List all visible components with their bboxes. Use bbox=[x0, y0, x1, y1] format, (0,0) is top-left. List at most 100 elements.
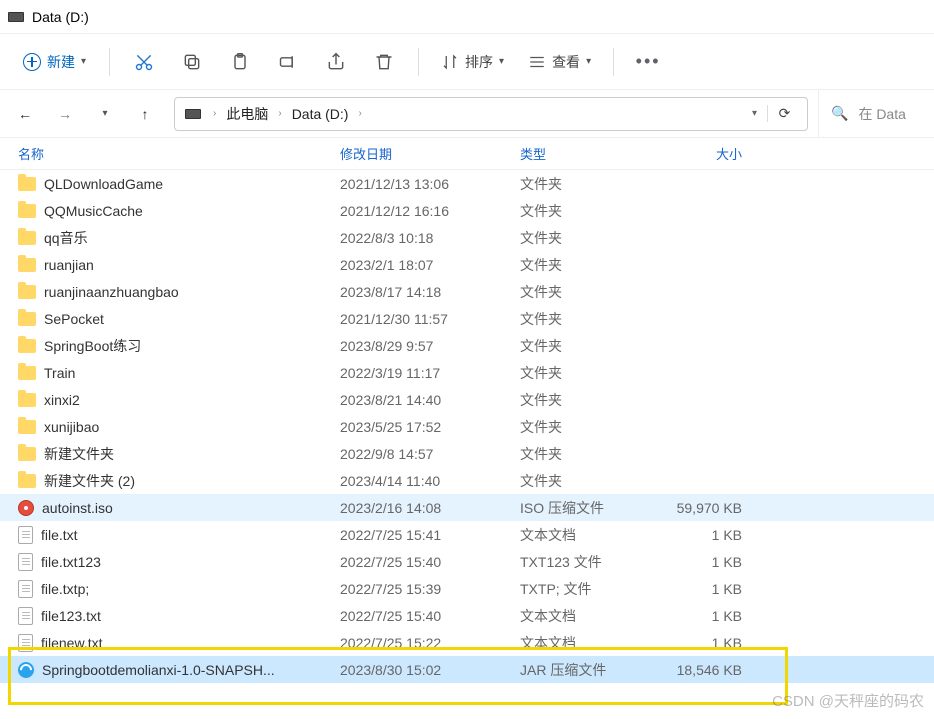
file-row[interactable]: ruanjian2023/2/1 18:07文件夹 bbox=[0, 251, 934, 278]
address-dropdown[interactable]: ▾ bbox=[746, 108, 763, 119]
file-date: 2021/12/30 11:57 bbox=[340, 311, 520, 327]
file-name: qq音乐 bbox=[44, 228, 88, 248]
folder-icon bbox=[18, 312, 36, 326]
window-title: Data (D:) bbox=[32, 9, 89, 25]
file-type: 文件夹 bbox=[520, 336, 660, 356]
file-row[interactable]: QQMusicCache2021/12/12 16:16文件夹 bbox=[0, 197, 934, 224]
file-date: 2023/5/25 17:52 bbox=[340, 419, 520, 435]
file-icon bbox=[18, 580, 33, 598]
file-icon bbox=[18, 526, 33, 544]
forward-button[interactable]: → bbox=[46, 95, 84, 133]
refresh-button[interactable]: ⟳ bbox=[767, 105, 801, 122]
file-type: 文件夹 bbox=[520, 228, 660, 248]
file-row[interactable]: 新建文件夹 (2)2023/4/14 11:40文件夹 bbox=[0, 467, 934, 494]
file-date: 2023/8/30 15:02 bbox=[340, 662, 520, 678]
file-name: QQMusicCache bbox=[44, 203, 143, 219]
file-date: 2022/7/25 15:22 bbox=[340, 635, 520, 651]
jar-icon bbox=[18, 662, 34, 678]
copy-button[interactable] bbox=[170, 42, 214, 82]
file-name: 新建文件夹 (2) bbox=[44, 471, 135, 491]
file-type: 文件夹 bbox=[520, 417, 660, 437]
file-date: 2022/7/25 15:40 bbox=[340, 608, 520, 624]
file-row[interactable]: qq音乐2022/8/3 10:18文件夹 bbox=[0, 224, 934, 251]
sort-button[interactable]: 排序 ▾ bbox=[431, 46, 514, 78]
file-row[interactable]: QLDownloadGame2021/12/13 13:06文件夹 bbox=[0, 170, 934, 197]
file-size: 1 KB bbox=[660, 554, 760, 570]
breadcrumb-root[interactable]: 此电脑 bbox=[220, 100, 274, 128]
file-name: xinxi2 bbox=[44, 392, 80, 408]
file-size: 18,546 KB bbox=[660, 662, 760, 678]
folder-icon bbox=[18, 447, 36, 461]
back-button[interactable]: ← bbox=[6, 95, 44, 133]
file-size: 1 KB bbox=[660, 581, 760, 597]
file-type: TXTP; 文件 bbox=[520, 579, 660, 599]
file-type: 文件夹 bbox=[520, 309, 660, 329]
column-header-name[interactable]: 名称 bbox=[0, 144, 340, 163]
file-name: file.txtp; bbox=[41, 581, 89, 597]
file-type: 文本文档 bbox=[520, 633, 660, 653]
separator bbox=[613, 48, 614, 76]
search-box[interactable]: 🔍 在 Data bbox=[818, 90, 928, 138]
toolbar: 新建 ▾ 排序 ▾ 查看 ▾ ••• bbox=[0, 34, 934, 90]
file-name: Train bbox=[44, 365, 75, 381]
file-date: 2021/12/12 16:16 bbox=[340, 203, 520, 219]
file-row[interactable]: Springbootdemolianxi-1.0-SNAPSH... 2023/8… bbox=[0, 656, 934, 683]
file-row[interactable]: SePocket2021/12/30 11:57文件夹 bbox=[0, 305, 934, 332]
folder-icon bbox=[18, 366, 36, 380]
up-button[interactable]: ↑ bbox=[126, 95, 164, 133]
file-type: ISO 压缩文件 bbox=[520, 498, 660, 518]
folder-icon bbox=[18, 177, 36, 191]
breadcrumb-current[interactable]: Data (D:) bbox=[286, 102, 355, 126]
more-button[interactable]: ••• bbox=[626, 42, 670, 82]
file-listing[interactable]: QLDownloadGame2021/12/13 13:06文件夹 QQMusic… bbox=[0, 170, 934, 719]
file-date: 2023/8/29 9:57 bbox=[340, 338, 520, 354]
column-header-size[interactable]: 大小 bbox=[660, 144, 760, 163]
file-row[interactable]: ruanjinaanzhuangbao2023/8/17 14:18文件夹 bbox=[0, 278, 934, 305]
more-icon: ••• bbox=[636, 51, 661, 72]
title-bar: Data (D:) bbox=[0, 0, 934, 34]
share-button[interactable] bbox=[314, 42, 358, 82]
file-date: 2023/2/16 14:08 bbox=[340, 500, 520, 516]
view-button[interactable]: 查看 ▾ bbox=[518, 46, 601, 78]
file-row[interactable]: SpringBoot练习2023/8/29 9:57文件夹 bbox=[0, 332, 934, 359]
file-row[interactable]: autoinst.iso2023/2/16 14:08ISO 压缩文件59,97… bbox=[0, 494, 934, 521]
file-date: 2022/7/25 15:39 bbox=[340, 581, 520, 597]
file-name: file.txt123 bbox=[41, 554, 101, 570]
address-bar[interactable]: › 此电脑 › Data (D:) › ▾ ⟳ bbox=[174, 97, 808, 131]
drive-icon bbox=[8, 12, 24, 22]
separator bbox=[418, 48, 419, 76]
column-header-type[interactable]: 类型 bbox=[520, 144, 660, 163]
chevron-right-icon: › bbox=[358, 108, 361, 119]
file-icon bbox=[18, 634, 33, 652]
file-name: ruanjinaanzhuangbao bbox=[44, 284, 179, 300]
file-row[interactable]: file.txt1232022/7/25 15:40TXT123 文件1 KB bbox=[0, 548, 934, 575]
file-icon bbox=[18, 607, 33, 625]
file-type: 文本文档 bbox=[520, 525, 660, 545]
file-row[interactable]: file.txtp; 2022/7/25 15:39TXTP; 文件1 KB bbox=[0, 575, 934, 602]
file-row[interactable]: file123.txt2022/7/25 15:40文本文档1 KB bbox=[0, 602, 934, 629]
folder-icon bbox=[18, 258, 36, 272]
file-row[interactable]: file.txt2022/7/25 15:41文本文档1 KB bbox=[0, 521, 934, 548]
delete-button[interactable] bbox=[362, 42, 406, 82]
plus-circle-icon bbox=[23, 53, 41, 71]
file-type: 文件夹 bbox=[520, 444, 660, 464]
file-type: 文件夹 bbox=[520, 363, 660, 383]
file-row[interactable]: xinxi22023/8/21 14:40文件夹 bbox=[0, 386, 934, 413]
new-button-label: 新建 bbox=[47, 52, 75, 72]
rename-button[interactable] bbox=[266, 42, 310, 82]
file-row[interactable]: filenew.txt2022/7/25 15:22文本文档1 KB bbox=[0, 629, 934, 656]
nav-bar: ← → ▾ ↑ › 此电脑 › Data (D:) › ▾ ⟳ 🔍 在 Data bbox=[0, 90, 934, 138]
new-button[interactable]: 新建 ▾ bbox=[12, 45, 97, 79]
file-name: file.txt bbox=[41, 527, 78, 543]
paste-button[interactable] bbox=[218, 42, 262, 82]
cut-button[interactable] bbox=[122, 42, 166, 82]
folder-icon bbox=[18, 420, 36, 434]
file-row[interactable]: 新建文件夹2022/9/8 14:57文件夹 bbox=[0, 440, 934, 467]
file-row[interactable]: Train2022/3/19 11:17文件夹 bbox=[0, 359, 934, 386]
file-type: TXT123 文件 bbox=[520, 552, 660, 572]
recent-button[interactable]: ▾ bbox=[86, 95, 124, 133]
file-name: Springbootdemolianxi-1.0-SNAPSH... bbox=[42, 662, 275, 678]
column-header-date[interactable]: 修改日期 bbox=[340, 144, 520, 163]
file-date: 2022/7/25 15:41 bbox=[340, 527, 520, 543]
file-row[interactable]: xunijibao2023/5/25 17:52文件夹 bbox=[0, 413, 934, 440]
